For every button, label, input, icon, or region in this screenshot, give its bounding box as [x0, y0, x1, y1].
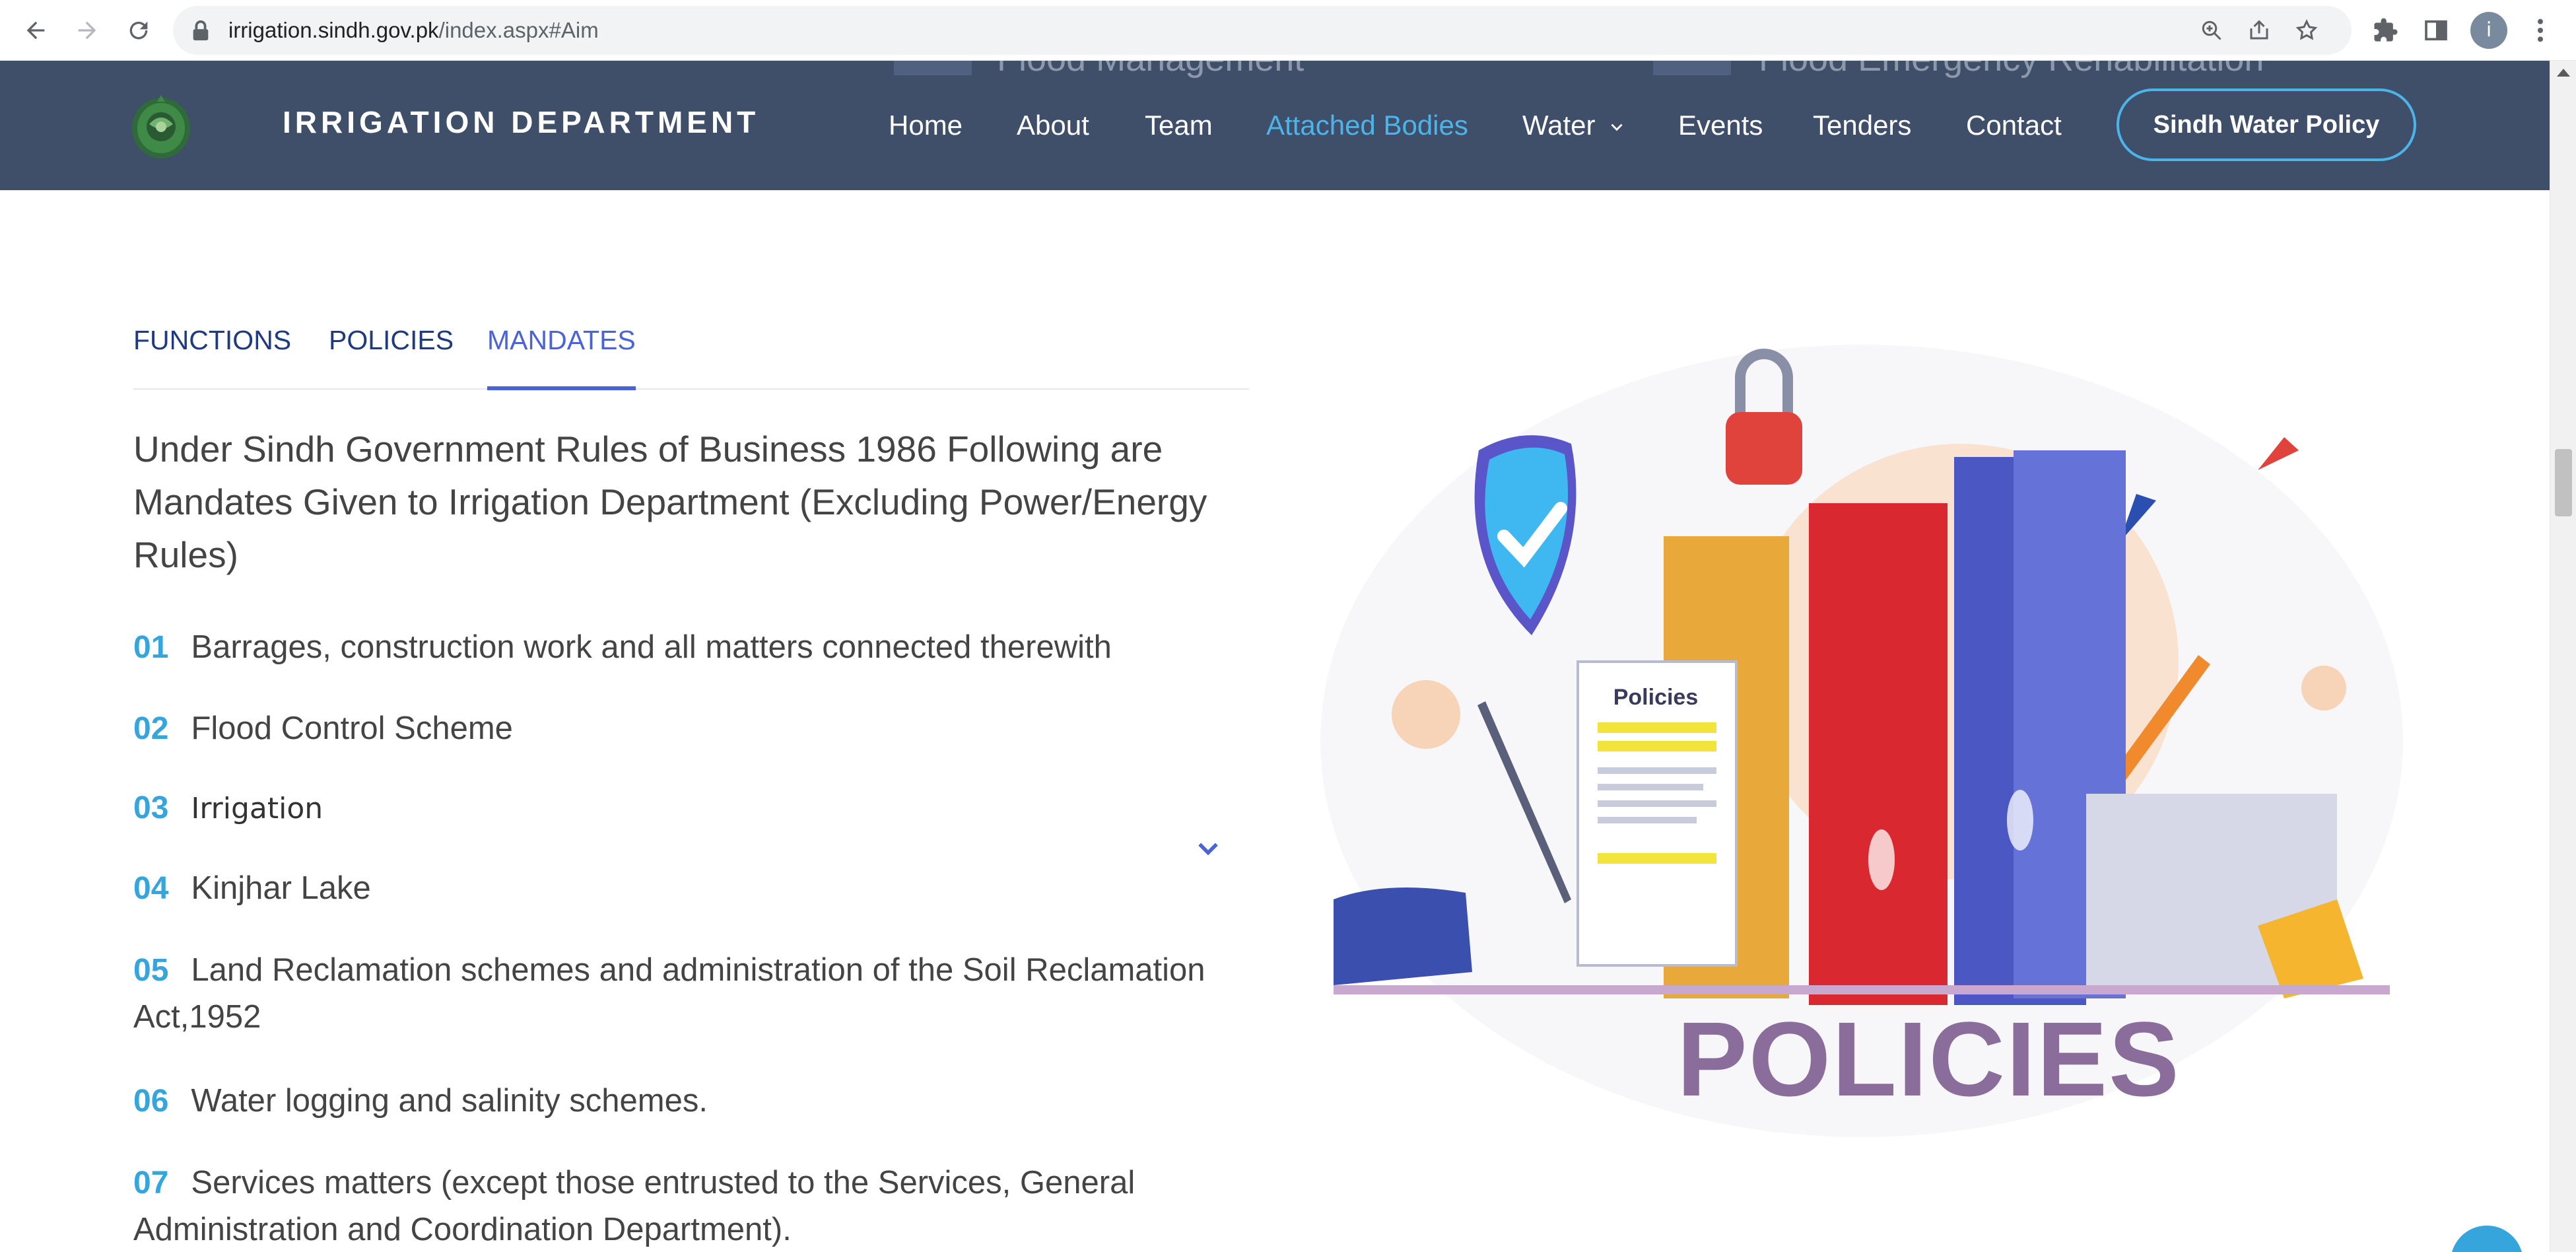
page-viewport: Flood Management Flood Emergency Rehabil…	[0, 61, 2550, 1252]
list-item-expandable[interactable]: 03 Irrigation	[133, 784, 1256, 832]
mandate-number: 07	[133, 1165, 169, 1200]
nav-team[interactable]: Team	[1145, 110, 1213, 141]
expand-chevron-icon[interactable]	[1194, 833, 1223, 862]
mandate-number: 01	[133, 630, 169, 665]
content-tabs: FUNCTIONS POLICIES MANDATES	[133, 317, 1249, 390]
list-item: 05 Land Reclamation schemes and administr…	[133, 947, 1256, 1041]
back-to-top-button[interactable]	[2451, 1226, 2523, 1252]
nav-home[interactable]: Home	[889, 110, 963, 141]
page-scrollbar[interactable]	[2550, 61, 2576, 1252]
mandate-text: Barrages, construction work and all matt…	[191, 629, 1112, 665]
zoom-icon[interactable]	[2200, 18, 2223, 42]
url-path: /index.aspx#Aim	[438, 18, 599, 42]
mandate-text: Land Reclamation schemes and administrat…	[133, 952, 1205, 1035]
mandate-number: 03	[133, 790, 169, 825]
bookmark-star-icon[interactable]	[2295, 18, 2319, 42]
tab-functions[interactable]: FUNCTIONS	[133, 317, 291, 388]
back-arrow-icon[interactable]	[15, 9, 57, 52]
profile-avatar[interactable]: i	[2470, 12, 2507, 49]
tab-policies[interactable]: POLICIES	[329, 317, 454, 388]
nav-water-label: Water	[1522, 110, 1596, 141]
nav-about[interactable]: About	[1017, 110, 1089, 141]
policies-caption: POLICIES	[1677, 1000, 2181, 1118]
browser-toolbar: irrigation.sindh.gov.pk/index.aspx#Aim i	[0, 0, 2576, 61]
mandate-text: Kinjhar Lake	[191, 870, 371, 906]
url-host: irrigation.sindh.gov.pk	[228, 18, 439, 42]
reload-icon[interactable]	[118, 9, 160, 52]
nav-tenders[interactable]: Tenders	[1813, 110, 1911, 141]
forward-arrow-icon[interactable]	[66, 9, 108, 52]
mandate-number: 02	[133, 711, 169, 746]
side-panel-icon[interactable]	[2420, 15, 2452, 46]
nav-water[interactable]: Water	[1522, 110, 1625, 141]
list-item: 04 Kinjhar Lake	[133, 865, 1256, 912]
chevron-down-icon	[1611, 123, 1623, 131]
tab-mandates[interactable]: MANDATES	[487, 317, 636, 390]
document-label: Policies	[1613, 685, 1699, 710]
nav-attached-bodies[interactable]: Attached Bodies	[1266, 110, 1468, 141]
mandate-number: 05	[133, 953, 169, 988]
mandate-number: 06	[133, 1084, 169, 1119]
nav-events[interactable]: Events	[1678, 110, 1763, 141]
list-item: 06 Water logging and salinity schemes.	[133, 1078, 1256, 1125]
more-menu-icon[interactable]	[2528, 15, 2552, 46]
scrollbar-thumb[interactable]	[2555, 449, 2572, 516]
list-item: 01 Barrages, construction work and all ma…	[133, 624, 1256, 671]
site-header: Flood Management Flood Emergency Rehabil…	[0, 61, 2550, 190]
nav-contact[interactable]: Contact	[1966, 110, 2062, 141]
mandate-text: Services matters (except those entrusted…	[133, 1165, 1135, 1247]
address-bar[interactable]: irrigation.sindh.gov.pk/index.aspx#Aim	[173, 6, 2352, 55]
lock-icon	[193, 20, 209, 41]
list-item: 07 Services matters (except those entrust…	[133, 1160, 1256, 1252]
list-item: 02 Flood Control Scheme	[133, 705, 1256, 752]
mandate-text: Flood Control Scheme	[191, 711, 513, 746]
sindh-water-policy-button[interactable]: Sindh Water Policy	[2117, 88, 2416, 161]
scroll-up-arrow-icon[interactable]	[2557, 69, 2570, 77]
mandate-text: Water logging and salinity schemes.	[191, 1083, 708, 1119]
mandate-text: Irrigation	[191, 792, 323, 825]
url-text[interactable]: irrigation.sindh.gov.pk/index.aspx#Aim	[228, 6, 599, 55]
share-icon[interactable]	[2247, 18, 2271, 42]
mandates-intro: Under Sindh Government Rules of Business…	[133, 429, 1207, 575]
mandate-number: 04	[133, 871, 169, 906]
extensions-icon[interactable]	[2370, 15, 2402, 46]
